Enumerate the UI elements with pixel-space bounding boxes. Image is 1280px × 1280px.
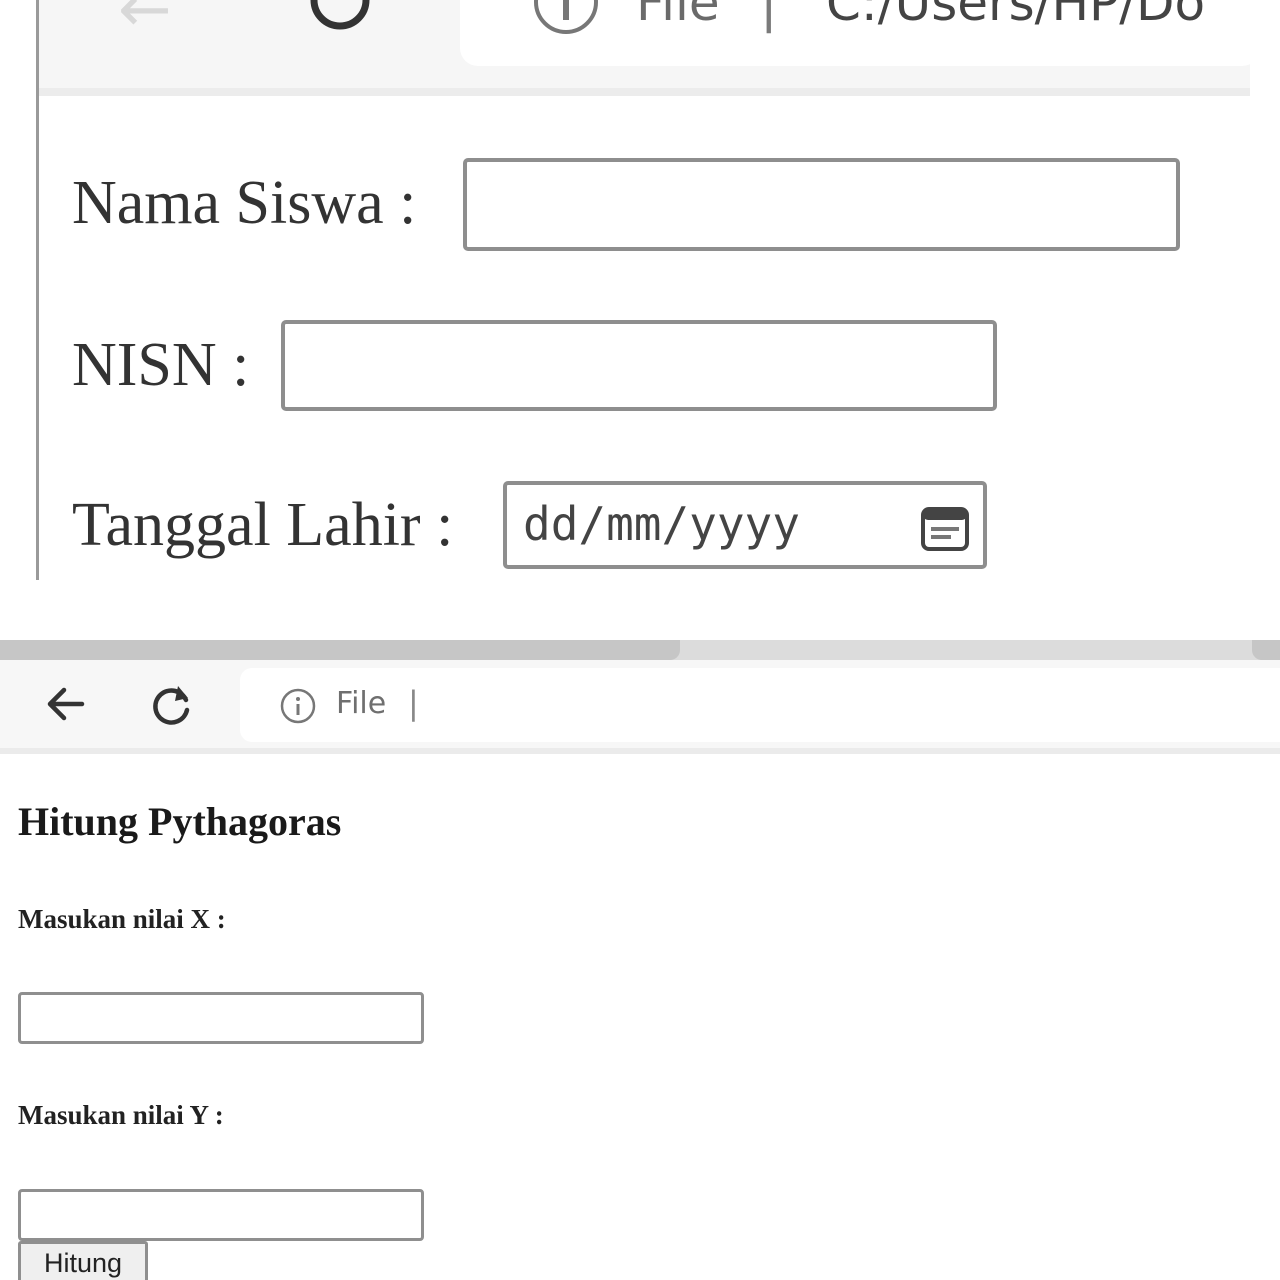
reload-icon[interactable] bbox=[300, 0, 380, 40]
page-title: Hitung Pythagoras bbox=[18, 799, 342, 844]
calendar-icon[interactable] bbox=[919, 503, 971, 553]
reload-icon[interactable] bbox=[145, 680, 197, 728]
scheme-label: File bbox=[336, 686, 387, 721]
dob-label: Tanggal Lahir : bbox=[72, 491, 454, 559]
calculate-button[interactable]: Hitung bbox=[18, 1241, 148, 1280]
x-value-label: Masukan nilai X : bbox=[18, 904, 226, 934]
scheme-label: File bbox=[636, 0, 720, 32]
x-value-input[interactable] bbox=[18, 992, 424, 1044]
name-input[interactable] bbox=[463, 158, 1180, 251]
y-value-label: Masukan nilai Y : bbox=[18, 1100, 224, 1130]
collage-gap bbox=[0, 580, 1280, 640]
address-bar[interactable] bbox=[240, 668, 1280, 742]
toolbar-divider bbox=[39, 88, 1250, 96]
nisn-input[interactable] bbox=[281, 320, 997, 411]
dob-date-input[interactable]: dd/mm/yyyy bbox=[503, 481, 987, 569]
name-label: Nama Siswa : bbox=[72, 169, 417, 237]
student-form-screenshot: ← File | C:/Users/HP/Do Nama Siswa : NIS… bbox=[0, 0, 1280, 580]
pythagoras-form-screenshot: File | Hitung Pythagoras Masukan nilai X… bbox=[0, 640, 1280, 1280]
nisn-label: NISN : bbox=[72, 331, 250, 399]
back-arrow-icon[interactable]: ← bbox=[118, 0, 172, 42]
info-icon[interactable] bbox=[530, 0, 602, 38]
back-arrow-icon[interactable] bbox=[40, 680, 92, 728]
dob-placeholder: dd/mm/yyyy bbox=[523, 497, 800, 551]
address-separator: | bbox=[760, 0, 778, 34]
browser-tab-right[interactable] bbox=[1252, 640, 1280, 660]
address-url[interactable]: C:/Users/HP/Do bbox=[826, 0, 1205, 28]
address-separator: | bbox=[408, 684, 419, 722]
browser-tab[interactable] bbox=[0, 640, 680, 660]
info-icon[interactable] bbox=[278, 686, 318, 726]
toolbar-divider bbox=[0, 748, 1280, 754]
y-value-input[interactable] bbox=[18, 1189, 424, 1241]
